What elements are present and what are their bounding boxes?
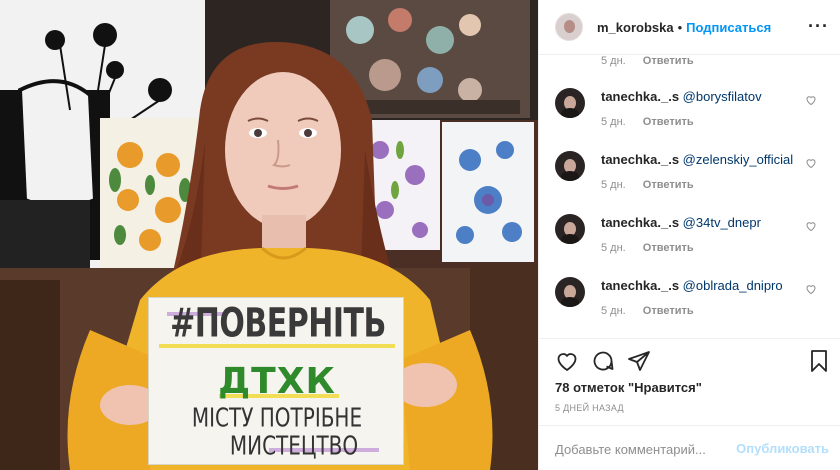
comment-time: 5 дн. bbox=[601, 242, 626, 254]
reply-button[interactable]: Ответить bbox=[643, 56, 694, 67]
comment-bubble-icon[interactable] bbox=[591, 349, 615, 373]
comment-meta: 5 дн. Ответить bbox=[601, 116, 694, 128]
author-avatar[interactable] bbox=[555, 13, 583, 41]
sign-line-art: МИСТЕЦТВО bbox=[229, 430, 359, 462]
comment-mention[interactable]: @borysfilatov bbox=[683, 89, 762, 104]
heart-icon[interactable] bbox=[805, 157, 817, 169]
comment-time: 5 дн. bbox=[601, 305, 626, 317]
likes-count[interactable]: 78 отметок "Нравится" bbox=[555, 380, 702, 395]
reply-button[interactable]: Ответить bbox=[643, 305, 694, 317]
comment-text: tanechka._.s @zelenskiy_official bbox=[601, 152, 793, 167]
comment-item: tanechka._.s @borysfilatov 5 дн. Ответит… bbox=[555, 88, 839, 144]
post-timestamp: 5 ДНЕЙ НАЗАД bbox=[555, 403, 624, 413]
commenter-avatar[interactable] bbox=[555, 151, 585, 181]
comment-time: 5 дн. bbox=[601, 179, 626, 191]
bookmark-icon[interactable] bbox=[807, 349, 831, 373]
more-options-icon[interactable]: ··· bbox=[808, 17, 829, 35]
comment-text: tanechka._.s @borysfilatov bbox=[601, 89, 762, 104]
comment-item: tanechka._.s @34tv_dnepr 5 дн. Ответить bbox=[555, 214, 839, 270]
share-direct-icon[interactable] bbox=[627, 349, 651, 373]
post-sidebar: m_korobska • Подписаться ··· 5 дн. Ответ… bbox=[538, 0, 840, 470]
comment-text: tanechka._.s @oblrada_dnipro bbox=[601, 278, 783, 293]
commenter-avatar[interactable] bbox=[555, 88, 585, 118]
reply-button[interactable]: Ответить bbox=[643, 179, 694, 191]
follow-button[interactable]: Подписаться bbox=[686, 20, 771, 35]
post-header: m_korobska • Подписаться ··· bbox=[539, 0, 840, 55]
post-photo[interactable]: #ПОВЕРНІТЬ ДТХК МІСТУ ПОТРІБНЕ МИСТЕЦТВО bbox=[0, 0, 538, 470]
publish-button[interactable]: Опубликовать bbox=[736, 441, 829, 456]
author-username[interactable]: m_korobska bbox=[597, 20, 674, 35]
commenter-username[interactable]: tanechka._.s bbox=[601, 215, 679, 230]
comment-meta: 5 дн. Ответить bbox=[601, 242, 694, 254]
commenter-avatar[interactable] bbox=[555, 277, 585, 307]
heart-icon[interactable] bbox=[805, 283, 817, 295]
comment-meta: 5 дн. Ответить bbox=[601, 56, 694, 67]
comment-time: 5 дн. bbox=[601, 116, 626, 128]
comment-meta: 5 дн. Ответить bbox=[601, 305, 694, 317]
heart-icon[interactable] bbox=[805, 220, 817, 232]
protest-sign: #ПОВЕРНІТЬ ДТХК МІСТУ ПОТРІБНЕ МИСТЕЦТВО bbox=[148, 297, 404, 465]
comment-input[interactable] bbox=[555, 438, 735, 460]
sign-hashtag: #ПОВЕРНІТЬ bbox=[170, 300, 386, 348]
comment-item: tanechka._.s @zelenskiy_official 5 дн. О… bbox=[555, 151, 839, 207]
comment-mention[interactable]: @zelenskiy_official bbox=[683, 152, 794, 167]
commenter-username[interactable]: tanechka._.s bbox=[601, 89, 679, 104]
comment-meta: 5 дн. Ответить bbox=[601, 179, 694, 191]
commenter-username[interactable]: tanechka._.s bbox=[601, 152, 679, 167]
commenter-username[interactable]: tanechka._.s bbox=[601, 278, 679, 293]
comment-time: 5 дн. bbox=[601, 56, 626, 67]
header-separator: • bbox=[677, 19, 683, 35]
add-comment-bar: Опубликовать bbox=[539, 425, 840, 470]
sign-line-city-needs: МІСТУ ПОТРІБНЕ bbox=[191, 402, 363, 434]
reply-button[interactable]: Ответить bbox=[643, 242, 694, 254]
comment-mention[interactable]: @34tv_dnepr bbox=[683, 215, 761, 230]
reply-button[interactable]: Ответить bbox=[643, 116, 694, 128]
like-heart-icon[interactable] bbox=[555, 349, 579, 373]
sign-acronym: ДТХК bbox=[218, 361, 336, 402]
comments-list[interactable]: 5 дн. Ответить tanechka._.s @borysfilato… bbox=[539, 56, 840, 338]
commenter-avatar[interactable] bbox=[555, 214, 585, 244]
comment-item: tanechka._.s @oblrada_dnipro 5 дн. Ответ… bbox=[555, 277, 839, 333]
comment-mention[interactable]: @oblrada_dnipro bbox=[683, 278, 783, 293]
comment-text: tanechka._.s @34tv_dnepr bbox=[601, 215, 761, 230]
heart-icon[interactable] bbox=[805, 94, 817, 106]
